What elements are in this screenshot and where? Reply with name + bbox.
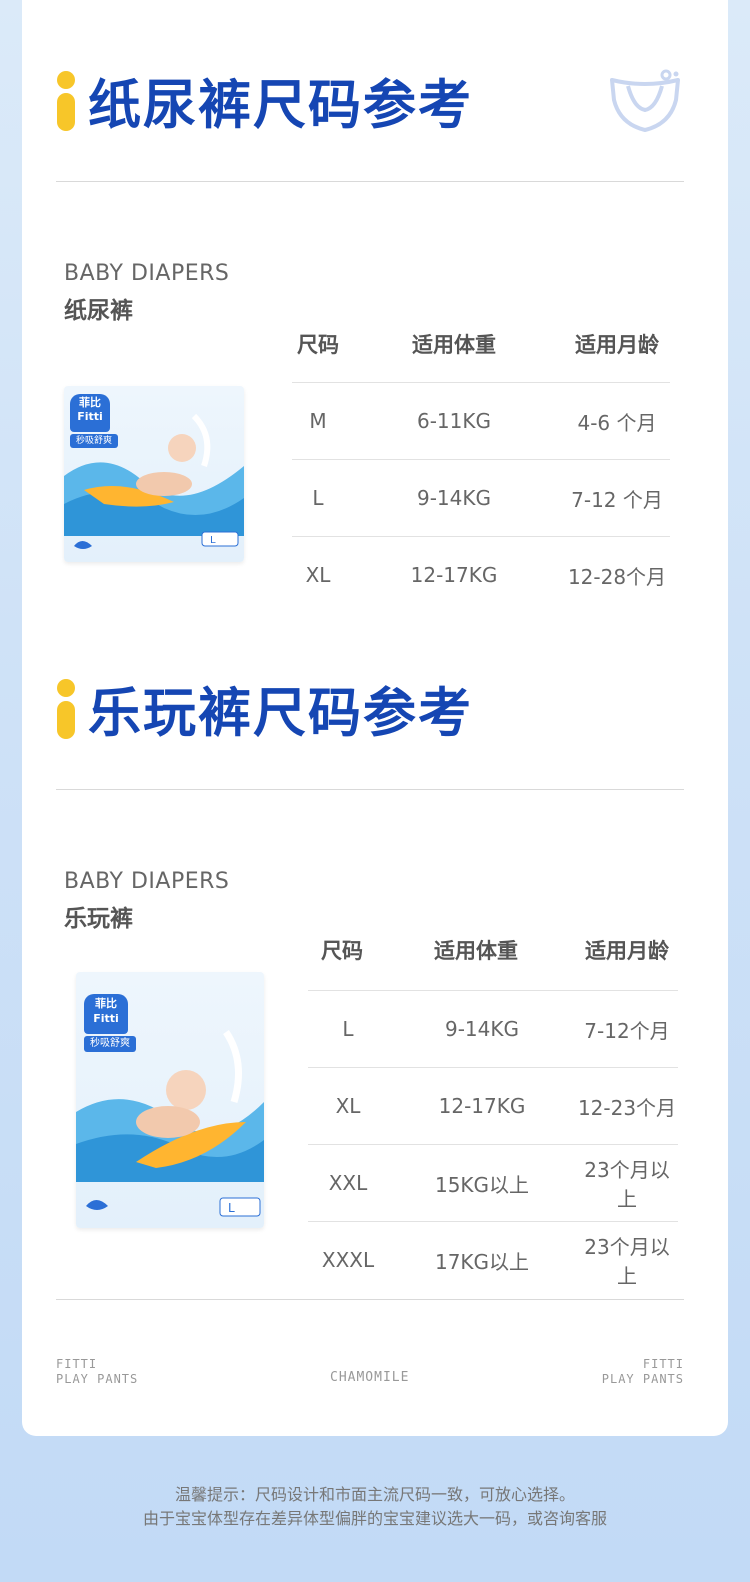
size-table-diapers: 尺码 适用体重 适用月龄 M 6-11KG 4-6 个月 L 9-14KG 7-… (292, 314, 670, 613)
cell-age: 23个月以上 (584, 1158, 670, 1211)
cell-age: 4-6 个月 (577, 410, 657, 435)
title-bullet-icon (56, 679, 76, 739)
header-age: 适用月龄 (585, 939, 669, 963)
size-tag: L (210, 535, 216, 546)
table-row: L 9-14KG 7-12个月 (308, 990, 678, 1067)
cell-weight: 6-11KG (416, 409, 491, 433)
cell-weight: 12-17KG (410, 563, 498, 587)
subtitle-cn: 纸尿裤 (64, 298, 133, 324)
footer-right-line2: PLAY PANTS (601, 1372, 684, 1386)
divider (56, 789, 684, 790)
brand-cn: 菲比 (95, 997, 117, 1010)
product-image-pants: L 菲比 Fitti 秒吸舒爽 (76, 972, 264, 1228)
cell-weight: 15KG以上 (434, 1172, 530, 1197)
footer-mark-right: FITTI PLAY PANTS (602, 1357, 684, 1387)
brand-logo: 菲比 Fitti (84, 994, 128, 1034)
tip-line-1: 温馨提示：尺码设计和市面主流尺码一致，可放心选择。 (174, 1485, 575, 1504)
title-bullet-icon (56, 71, 76, 131)
table-header: 尺码 适用体重 适用月龄 (308, 920, 678, 980)
cell-age: 12-23个月 (577, 1095, 677, 1120)
divider (56, 181, 684, 182)
footer-left-line2: PLAY PANTS (56, 1372, 139, 1386)
slogan-tag: 秒吸舒爽 (84, 1036, 136, 1052)
product-image-diapers: L 菲比 Fitti 秒吸舒爽 (64, 386, 244, 562)
brand-en: Fitti (93, 1012, 119, 1025)
header-size: 尺码 (321, 939, 363, 963)
header-weight: 适用体重 (434, 939, 518, 963)
cell-weight: 9-14KG (416, 486, 491, 510)
cell-age: 7-12 个月 (571, 487, 663, 512)
header-age: 适用月龄 (575, 333, 659, 357)
cell-size: M (309, 409, 327, 433)
brand-cn: 菲比 (79, 396, 101, 409)
section-title-text: 乐玩裤尺码参考 (88, 683, 473, 744)
brand-logo: 菲比 Fitti (70, 394, 110, 432)
section-title-pants: 乐玩裤尺码参考 (56, 674, 473, 744)
section-title-diapers: 纸尿裤尺码参考 (56, 66, 473, 136)
table-row: XXXL 17KG以上 23个月以上 (308, 1221, 678, 1298)
size-table-pants: 尺码 适用体重 适用月龄 L 9-14KG 7-12个月 XL 12-17KG … (308, 920, 678, 1298)
cell-age: 12-28个月 (567, 564, 667, 589)
cell-age: 7-12个月 (584, 1018, 670, 1043)
cell-size: XL (305, 563, 331, 587)
footer-left-line1: FITTI (56, 1357, 98, 1371)
cell-weight: 17KG以上 (434, 1249, 530, 1274)
table-header: 尺码 适用体重 适用月龄 (292, 314, 670, 374)
size-tag: L (228, 1201, 235, 1215)
cell-age: 23个月以上 (584, 1235, 670, 1288)
cell-weight: 12-17KG (438, 1094, 526, 1118)
header-weight: 适用体重 (412, 333, 496, 357)
cell-size: XXL (328, 1171, 368, 1195)
cell-size: L (312, 486, 324, 510)
tip-line-2: 由于宝宝体型存在差异体型偏胖的宝宝建议选大一码，或咨询客服 (142, 1509, 607, 1528)
subtitle-en: BABY DIAPERS (64, 869, 230, 894)
cell-size: L (342, 1017, 354, 1041)
subtitle-cn: 乐玩裤 (64, 906, 133, 932)
table-row: XL 12-17KG 12-23个月 (308, 1067, 678, 1144)
section-title-text: 纸尿裤尺码参考 (88, 75, 473, 136)
cell-size: XL (335, 1094, 361, 1118)
table-row: L 9-14KG 7-12 个月 (292, 459, 670, 536)
cell-size: XXXL (321, 1248, 375, 1272)
footer-right-line1: FITTI (642, 1357, 684, 1371)
cell-weight: 9-14KG (444, 1017, 519, 1041)
footer-mark-center: CHAMOMILE (330, 1370, 410, 1385)
table-row: XL 12-17KG 12-28个月 (292, 536, 670, 613)
footer-mark-left: FITTI PLAY PANTS (56, 1357, 138, 1387)
brand-en: Fitti (77, 410, 103, 423)
divider (56, 1299, 684, 1300)
table-row: M 6-11KG 4-6 个月 (292, 382, 670, 459)
table-row: XXL 15KG以上 23个月以上 (308, 1144, 678, 1221)
subtitle-en: BABY DIAPERS (64, 261, 230, 286)
diaper-icon (610, 69, 680, 132)
header-size: 尺码 (297, 333, 339, 357)
slogan-tag: 秒吸舒爽 (70, 434, 118, 448)
